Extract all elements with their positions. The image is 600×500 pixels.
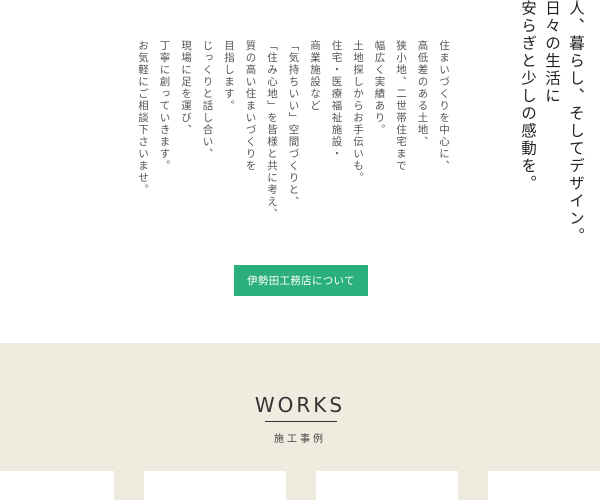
works-card[interactable] <box>316 471 458 500</box>
works-card[interactable] <box>488 471 600 500</box>
tagline-line: 人、暮らし、そしてデザイン。 <box>567 0 585 245</box>
intro-section: 人、暮らし、そしてデザイン。 日々の生活に 安らぎと少しの感動を。 住まいづくり… <box>0 0 600 343</box>
intro-line: 幅広く実績あり。 <box>373 40 386 136</box>
tagline-line: 日々の生活に <box>543 0 561 105</box>
intro-line: 高低差のある土地、 <box>416 40 429 148</box>
intro-line: 「気持ちいい」空間づくりと、 <box>287 40 300 208</box>
intro-line: 土地探しからお手伝いも。 <box>352 40 364 184</box>
works-section: WORKS 施工事例 <box>0 343 600 500</box>
intro-line: 目指します。 <box>223 40 235 112</box>
intro-line: じっくりと話し合い、 <box>201 40 214 160</box>
page: 人、暮らし、そしてデザイン。 日々の生活に 安らぎと少しの感動を。 住まいづくり… <box>0 0 600 500</box>
intro-line: お気軽にご相談下さいませ。 <box>137 40 149 196</box>
about-company-button[interactable]: 伊勢田工務店について <box>234 265 368 296</box>
tagline-line: 安らぎと少しの感動を。 <box>519 0 537 193</box>
intro-line: 住まいづくりを中心に、 <box>438 40 450 172</box>
intro-line: 商業施設など <box>309 40 321 112</box>
intro-line: 狭小地、二世帯住宅まで <box>395 40 407 172</box>
works-card[interactable] <box>0 471 114 500</box>
works-title-underline <box>265 421 337 422</box>
intro-line: 「住み心地」を皆様と共に考え、 <box>266 40 278 220</box>
intro-line: 現場に足を運び、 <box>180 40 192 136</box>
intro-text: 住まいづくりを中心に、 高低差のある土地、 狭小地、二世帯住宅まで 幅広く実績あ… <box>136 40 450 260</box>
intro-line: 質の高い住まいづくりを <box>244 40 257 172</box>
works-card[interactable] <box>144 471 286 500</box>
intro-line: 丁寧に創っていきます。 <box>158 40 171 172</box>
works-subtitle: 施工事例 <box>274 434 326 445</box>
intro-line: 住宅・医療福祉施設・ <box>330 40 343 160</box>
works-title: WORKS <box>254 393 346 417</box>
tagline: 人、暮らし、そしてデザイン。 日々の生活に 安らぎと少しの感動を。 <box>518 0 586 245</box>
